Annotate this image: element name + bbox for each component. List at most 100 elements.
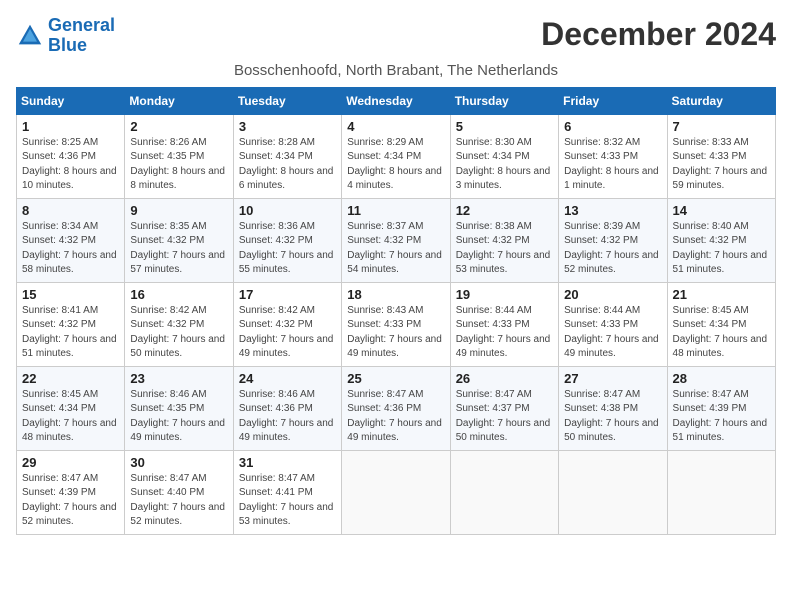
day-number: 5 — [456, 119, 553, 134]
calendar-cell: 24 Sunrise: 8:46 AMSunset: 4:36 PMDaylig… — [233, 366, 341, 450]
day-info: Sunrise: 8:46 AMSunset: 4:35 PMDaylight:… — [130, 389, 225, 444]
weekday-header-friday: Friday — [559, 87, 667, 114]
day-info: Sunrise: 8:47 AMSunset: 4:40 PMDaylight:… — [130, 473, 225, 528]
calendar-cell: 31 Sunrise: 8:47 AMSunset: 4:41 PMDaylig… — [233, 450, 341, 534]
day-info: Sunrise: 8:45 AMSunset: 4:34 PMDaylight:… — [673, 305, 768, 360]
day-number: 4 — [347, 119, 444, 134]
day-info: Sunrise: 8:26 AMSunset: 4:35 PMDaylight:… — [130, 137, 225, 192]
day-number: 1 — [22, 119, 119, 134]
weekday-header-monday: Monday — [125, 87, 233, 114]
calendar-cell: 14 Sunrise: 8:40 AMSunset: 4:32 PMDaylig… — [667, 198, 775, 282]
day-number: 31 — [239, 455, 336, 470]
weekday-header-tuesday: Tuesday — [233, 87, 341, 114]
day-info: Sunrise: 8:47 AMSunset: 4:36 PMDaylight:… — [347, 389, 442, 444]
day-number: 7 — [673, 119, 770, 134]
day-info: Sunrise: 8:33 AMSunset: 4:33 PMDaylight:… — [673, 137, 768, 192]
day-number: 26 — [456, 371, 553, 386]
calendar-week-3: 15 Sunrise: 8:41 AMSunset: 4:32 PMDaylig… — [17, 282, 776, 366]
day-number: 2 — [130, 119, 227, 134]
calendar-cell: 16 Sunrise: 8:42 AMSunset: 4:32 PMDaylig… — [125, 282, 233, 366]
calendar-cell: 6 Sunrise: 8:32 AMSunset: 4:33 PMDayligh… — [559, 114, 667, 198]
day-info: Sunrise: 8:34 AMSunset: 4:32 PMDaylight:… — [22, 221, 117, 276]
title-section: December 2024 — [541, 16, 776, 53]
logo-text: General Blue — [48, 16, 115, 56]
day-number: 11 — [347, 203, 444, 218]
calendar-cell: 22 Sunrise: 8:45 AMSunset: 4:34 PMDaylig… — [17, 366, 125, 450]
day-number: 3 — [239, 119, 336, 134]
calendar-week-1: 1 Sunrise: 8:25 AMSunset: 4:36 PMDayligh… — [17, 114, 776, 198]
day-info: Sunrise: 8:29 AMSunset: 4:34 PMDaylight:… — [347, 137, 442, 192]
calendar-cell: 17 Sunrise: 8:42 AMSunset: 4:32 PMDaylig… — [233, 282, 341, 366]
day-info: Sunrise: 8:35 AMSunset: 4:32 PMDaylight:… — [130, 221, 225, 276]
calendar-cell: 30 Sunrise: 8:47 AMSunset: 4:40 PMDaylig… — [125, 450, 233, 534]
day-info: Sunrise: 8:47 AMSunset: 4:39 PMDaylight:… — [673, 389, 768, 444]
day-info: Sunrise: 8:39 AMSunset: 4:32 PMDaylight:… — [564, 221, 659, 276]
day-info: Sunrise: 8:30 AMSunset: 4:34 PMDaylight:… — [456, 137, 551, 192]
day-number: 18 — [347, 287, 444, 302]
day-number: 8 — [22, 203, 119, 218]
calendar-week-5: 29 Sunrise: 8:47 AMSunset: 4:39 PMDaylig… — [17, 450, 776, 534]
calendar-cell: 7 Sunrise: 8:33 AMSunset: 4:33 PMDayligh… — [667, 114, 775, 198]
calendar-cell — [559, 450, 667, 534]
day-number: 15 — [22, 287, 119, 302]
calendar-cell: 20 Sunrise: 8:44 AMSunset: 4:33 PMDaylig… — [559, 282, 667, 366]
calendar-cell: 1 Sunrise: 8:25 AMSunset: 4:36 PMDayligh… — [17, 114, 125, 198]
day-info: Sunrise: 8:28 AMSunset: 4:34 PMDaylight:… — [239, 137, 334, 192]
calendar-cell: 3 Sunrise: 8:28 AMSunset: 4:34 PMDayligh… — [233, 114, 341, 198]
day-number: 22 — [22, 371, 119, 386]
day-info: Sunrise: 8:37 AMSunset: 4:32 PMDaylight:… — [347, 221, 442, 276]
day-number: 19 — [456, 287, 553, 302]
day-number: 25 — [347, 371, 444, 386]
calendar-cell — [342, 450, 450, 534]
day-info: Sunrise: 8:41 AMSunset: 4:32 PMDaylight:… — [22, 305, 117, 360]
day-number: 9 — [130, 203, 227, 218]
day-info: Sunrise: 8:44 AMSunset: 4:33 PMDaylight:… — [564, 305, 659, 360]
calendar-cell: 11 Sunrise: 8:37 AMSunset: 4:32 PMDaylig… — [342, 198, 450, 282]
logo-icon — [16, 22, 44, 50]
calendar-cell: 27 Sunrise: 8:47 AMSunset: 4:38 PMDaylig… — [559, 366, 667, 450]
day-number: 17 — [239, 287, 336, 302]
calendar-cell: 4 Sunrise: 8:29 AMSunset: 4:34 PMDayligh… — [342, 114, 450, 198]
day-info: Sunrise: 8:42 AMSunset: 4:32 PMDaylight:… — [130, 305, 225, 360]
day-info: Sunrise: 8:25 AMSunset: 4:36 PMDaylight:… — [22, 137, 117, 192]
calendar-cell: 18 Sunrise: 8:43 AMSunset: 4:33 PMDaylig… — [342, 282, 450, 366]
day-number: 28 — [673, 371, 770, 386]
day-info: Sunrise: 8:47 AMSunset: 4:39 PMDaylight:… — [22, 473, 117, 528]
day-number: 30 — [130, 455, 227, 470]
calendar-cell: 10 Sunrise: 8:36 AMSunset: 4:32 PMDaylig… — [233, 198, 341, 282]
calendar-cell: 12 Sunrise: 8:38 AMSunset: 4:32 PMDaylig… — [450, 198, 558, 282]
calendar-cell: 21 Sunrise: 8:45 AMSunset: 4:34 PMDaylig… — [667, 282, 775, 366]
calendar-week-4: 22 Sunrise: 8:45 AMSunset: 4:34 PMDaylig… — [17, 366, 776, 450]
day-info: Sunrise: 8:47 AMSunset: 4:38 PMDaylight:… — [564, 389, 659, 444]
calendar-cell: 23 Sunrise: 8:46 AMSunset: 4:35 PMDaylig… — [125, 366, 233, 450]
day-number: 14 — [673, 203, 770, 218]
calendar-cell — [450, 450, 558, 534]
day-number: 13 — [564, 203, 661, 218]
calendar-cell: 13 Sunrise: 8:39 AMSunset: 4:32 PMDaylig… — [559, 198, 667, 282]
day-number: 10 — [239, 203, 336, 218]
weekday-header-saturday: Saturday — [667, 87, 775, 114]
calendar-header-row: SundayMondayTuesdayWednesdayThursdayFrid… — [17, 87, 776, 114]
day-info: Sunrise: 8:40 AMSunset: 4:32 PMDaylight:… — [673, 221, 768, 276]
logo: General Blue — [16, 16, 115, 56]
day-info: Sunrise: 8:43 AMSunset: 4:33 PMDaylight:… — [347, 305, 442, 360]
day-number: 20 — [564, 287, 661, 302]
calendar-cell: 5 Sunrise: 8:30 AMSunset: 4:34 PMDayligh… — [450, 114, 558, 198]
calendar-cell: 9 Sunrise: 8:35 AMSunset: 4:32 PMDayligh… — [125, 198, 233, 282]
calendar-cell: 28 Sunrise: 8:47 AMSunset: 4:39 PMDaylig… — [667, 366, 775, 450]
weekday-header-thursday: Thursday — [450, 87, 558, 114]
day-number: 27 — [564, 371, 661, 386]
day-info: Sunrise: 8:32 AMSunset: 4:33 PMDaylight:… — [564, 137, 659, 192]
calendar-cell: 2 Sunrise: 8:26 AMSunset: 4:35 PMDayligh… — [125, 114, 233, 198]
day-info: Sunrise: 8:47 AMSunset: 4:41 PMDaylight:… — [239, 473, 334, 528]
calendar-cell: 15 Sunrise: 8:41 AMSunset: 4:32 PMDaylig… — [17, 282, 125, 366]
day-info: Sunrise: 8:38 AMSunset: 4:32 PMDaylight:… — [456, 221, 551, 276]
calendar-cell — [667, 450, 775, 534]
day-info: Sunrise: 8:46 AMSunset: 4:36 PMDaylight:… — [239, 389, 334, 444]
day-number: 6 — [564, 119, 661, 134]
main-title: December 2024 — [541, 16, 776, 53]
header: General Blue December 2024 — [16, 16, 776, 56]
day-number: 21 — [673, 287, 770, 302]
calendar-week-2: 8 Sunrise: 8:34 AMSunset: 4:32 PMDayligh… — [17, 198, 776, 282]
day-info: Sunrise: 8:44 AMSunset: 4:33 PMDaylight:… — [456, 305, 551, 360]
